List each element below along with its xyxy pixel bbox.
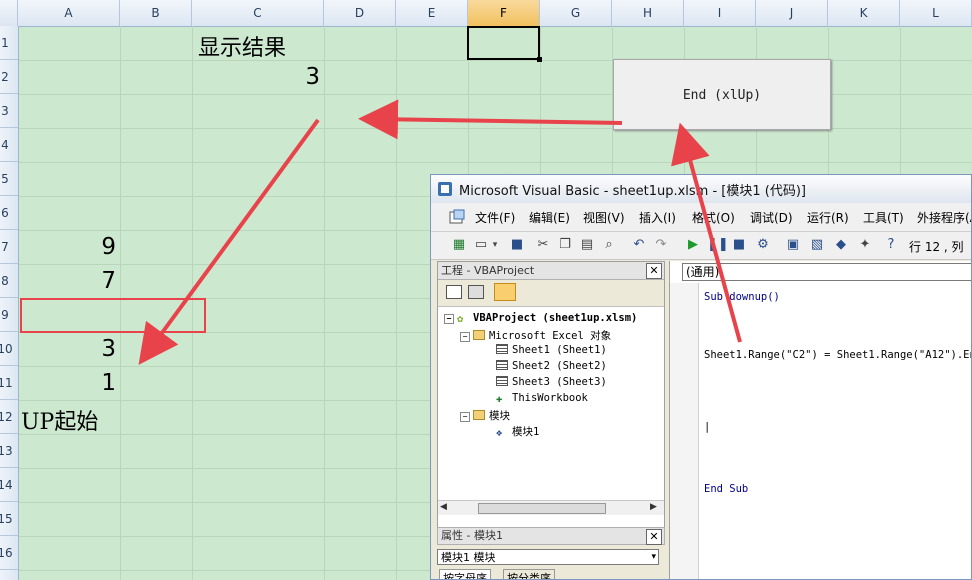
watermark-url: jingyan.baidu.com: [749, 532, 879, 548]
watermark-logo: Bai du 经验: [745, 478, 932, 513]
arrow-to-result: [358, 99, 623, 140]
baidu-watermark: Bai du 经验 jingyan.baidu.com: [745, 470, 970, 580]
arrow-to-row10: [138, 118, 320, 365]
arrow-code-to-callout: [671, 122, 742, 343]
